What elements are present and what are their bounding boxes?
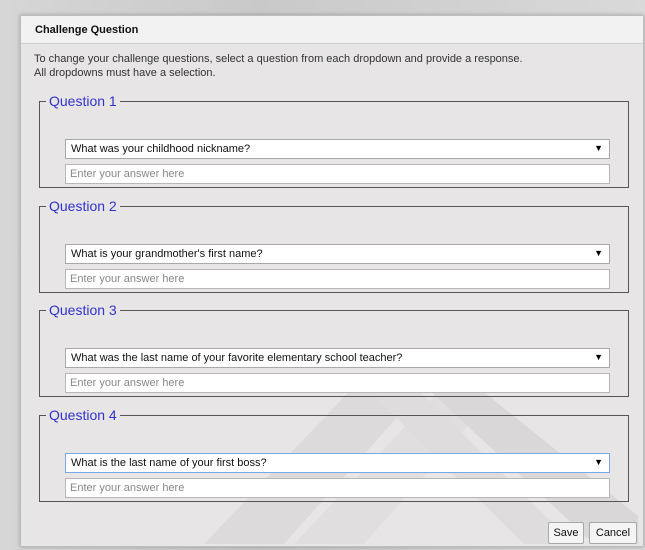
question-2-answer-field[interactable]: Enter your answer here — [65, 269, 610, 289]
question-1-selected: What was your childhood nickname? — [71, 143, 251, 155]
instructions: To change your challenge questions, sele… — [34, 52, 624, 80]
question-2-legend: Question 2 — [49, 198, 117, 214]
question-2-answer-placeholder: Enter your answer here — [70, 273, 185, 285]
instructions-line-2: All dropdowns must have a selection. — [34, 67, 216, 79]
question-2-dropdown[interactable]: What is your grandmother's first name? ▼ — [65, 244, 610, 264]
question-2-group: Question 2 What is your grandmother's fi… — [39, 198, 629, 293]
question-4-answer-placeholder: Enter your answer here — [70, 482, 185, 494]
question-3-dropdown[interactable]: What was the last name of your favorite … — [65, 348, 610, 368]
save-button[interactable]: Save — [548, 522, 584, 544]
dropdown-arrow-icon: ▼ — [594, 143, 603, 153]
instructions-line-1: To change your challenge questions, sele… — [34, 53, 523, 65]
dropdown-arrow-icon: ▼ — [594, 457, 603, 467]
question-3-group: Question 3 What was the last name of you… — [39, 302, 629, 397]
question-3-legend: Question 3 — [49, 302, 117, 318]
question-4-group: Question 4 What is the last name of your… — [39, 407, 629, 502]
dropdown-arrow-icon: ▼ — [594, 352, 603, 362]
question-1-dropdown[interactable]: What was your childhood nickname? ▼ — [65, 139, 610, 159]
question-1-group: Question 1 What was your childhood nickn… — [39, 93, 629, 188]
question-2-selected: What is your grandmother's first name? — [71, 248, 263, 260]
dialog-title-bar: Challenge Question — [21, 16, 643, 44]
question-1-answer-placeholder: Enter your answer here — [70, 168, 185, 180]
question-4-dropdown[interactable]: What is the last name of your first boss… — [65, 453, 610, 473]
question-1-legend: Question 1 — [49, 93, 117, 109]
dialog-title: Challenge Question — [35, 24, 139, 36]
dropdown-arrow-icon: ▼ — [594, 248, 603, 258]
question-3-answer-field[interactable]: Enter your answer here — [65, 373, 610, 393]
question-3-answer-placeholder: Enter your answer here — [70, 377, 185, 389]
challenge-question-dialog: Challenge Question To change your challe… — [20, 15, 644, 547]
question-4-answer-field[interactable]: Enter your answer here — [65, 478, 610, 498]
question-4-legend: Question 4 — [49, 407, 117, 423]
question-4-selected: What is the last name of your first boss… — [71, 457, 267, 469]
cancel-button[interactable]: Cancel — [589, 522, 637, 544]
question-1-answer-field[interactable]: Enter your answer here — [65, 164, 610, 184]
dialog-content: To change your challenge questions, sele… — [34, 46, 638, 544]
question-3-selected: What was the last name of your favorite … — [71, 352, 403, 364]
